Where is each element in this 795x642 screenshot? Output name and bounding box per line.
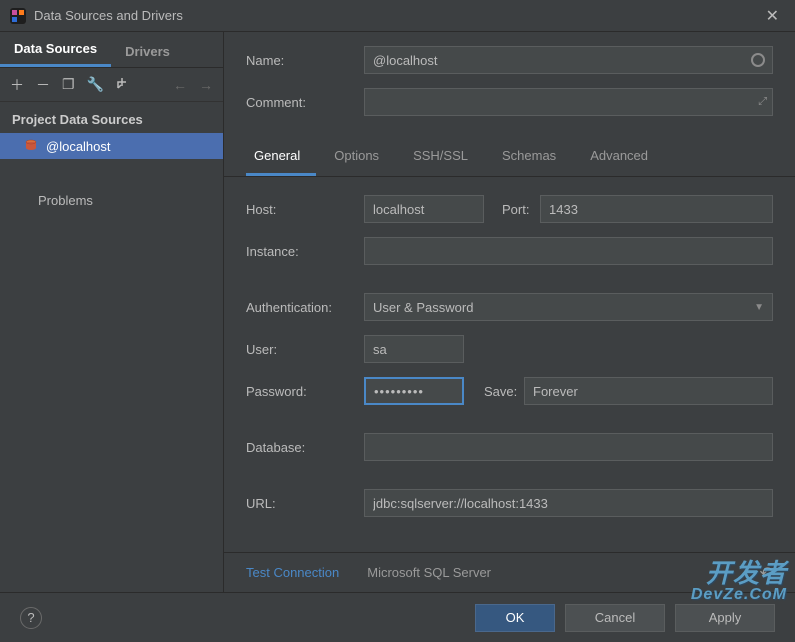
instance-input[interactable] — [364, 237, 773, 265]
name-input[interactable] — [364, 46, 773, 74]
tab-schemas[interactable]: Schemas — [494, 138, 572, 176]
top-fields: Name: Comment: ⤢ — [224, 32, 795, 138]
password-input[interactable] — [364, 377, 464, 405]
button-bar: ? OK Cancel Apply — [0, 592, 795, 642]
ok-button[interactable]: OK — [475, 604, 555, 632]
body-area: Data Sources Drivers ＋ － ❐ 🔧 ← → Project… — [0, 32, 795, 592]
authentication-value: User & Password — [373, 300, 473, 315]
user-input[interactable] — [364, 335, 464, 363]
tab-data-sources[interactable]: Data Sources — [0, 33, 111, 67]
tab-drivers[interactable]: Drivers — [111, 36, 184, 67]
save-label: Save: — [464, 384, 524, 399]
tab-advanced[interactable]: Advanced — [582, 138, 664, 176]
chevron-down-icon: ▼ — [754, 302, 764, 313]
tab-ssh-ssl[interactable]: SSH/SSL — [405, 138, 484, 176]
comment-input[interactable] — [364, 88, 773, 116]
make-global-icon[interactable] — [116, 76, 130, 93]
forward-icon[interactable]: → — [199, 77, 213, 93]
sqlserver-icon — [24, 139, 38, 153]
sidebar: Data Sources Drivers ＋ － ❐ 🔧 ← → Project… — [0, 32, 224, 592]
authentication-select[interactable]: User & Password ▼ — [364, 293, 773, 321]
titlebar: Data Sources and Drivers ✕ — [0, 0, 795, 32]
sidebar-problems[interactable]: Problems — [0, 183, 223, 218]
remove-icon[interactable]: － — [36, 75, 50, 95]
detail-tabs: General Options SSH/SSL Schemas Advanced — [224, 138, 795, 177]
close-icon[interactable]: ✕ — [760, 6, 785, 26]
apply-button[interactable]: Apply — [675, 604, 775, 632]
color-circle-icon[interactable] — [751, 53, 765, 67]
duplicate-icon[interactable]: ❐ — [62, 76, 75, 93]
app-icon — [10, 8, 26, 24]
test-connection-link[interactable]: Test Connection — [246, 565, 339, 580]
database-input[interactable] — [364, 433, 773, 461]
instance-label: Instance: — [246, 244, 364, 259]
save-select[interactable]: Forever — [524, 377, 773, 405]
host-input[interactable] — [364, 195, 484, 223]
sidebar-toolbar: ＋ － ❐ 🔧 ← → — [0, 68, 223, 102]
database-label: Database: — [246, 440, 364, 455]
settings-icon[interactable]: 🔧 — [87, 76, 104, 93]
help-icon[interactable]: ? — [20, 607, 42, 629]
footer-links: Test Connection Microsoft SQL Server ↶ — [224, 552, 795, 592]
project-data-sources-heading: Project Data Sources — [0, 102, 223, 133]
save-value: Forever — [533, 384, 578, 399]
revert-icon[interactable]: ↶ — [760, 563, 773, 583]
expand-icon[interactable]: ⤢ — [758, 96, 767, 109]
tab-general[interactable]: General — [246, 138, 316, 176]
driver-name-link[interactable]: Microsoft SQL Server — [367, 565, 491, 580]
name-label: Name: — [246, 53, 364, 68]
window-title: Data Sources and Drivers — [34, 8, 760, 23]
host-label: Host: — [246, 202, 364, 217]
user-label: User: — [246, 342, 364, 357]
url-input[interactable] — [364, 489, 773, 517]
tab-options[interactable]: Options — [326, 138, 395, 176]
url-label: URL: — [246, 496, 364, 511]
main-panel: Name: Comment: ⤢ General Options SSH/SSL… — [224, 32, 795, 592]
data-source-label: @localhost — [46, 139, 111, 154]
sidebar-tabs: Data Sources Drivers — [0, 32, 223, 68]
add-icon[interactable]: ＋ — [10, 75, 24, 95]
comment-label: Comment: — [246, 95, 364, 110]
port-input[interactable] — [540, 195, 773, 223]
back-icon[interactable]: ← — [173, 77, 187, 93]
password-label: Password: — [246, 384, 364, 399]
general-panel: Host: Port: Instance: Authentication: Us… — [224, 177, 795, 552]
authentication-label: Authentication: — [246, 300, 364, 315]
cancel-button[interactable]: Cancel — [565, 604, 665, 632]
data-source-item[interactable]: @localhost — [0, 133, 223, 159]
port-label: Port: — [484, 202, 540, 217]
